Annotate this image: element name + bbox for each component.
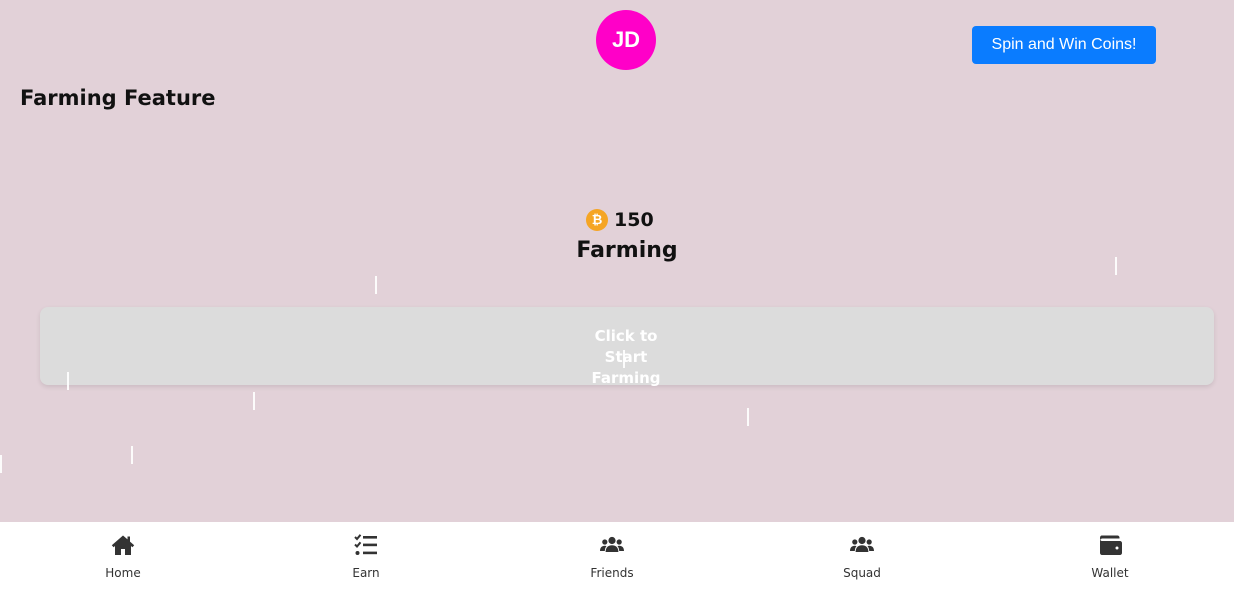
balance-value: 150 bbox=[614, 209, 654, 231]
rain-streak bbox=[747, 408, 749, 426]
rain-streak bbox=[131, 446, 133, 464]
rain-streak bbox=[0, 455, 2, 473]
nav-item-squad[interactable]: Squad bbox=[812, 522, 912, 589]
nav-item-friends[interactable]: Friends bbox=[562, 522, 662, 589]
rain-streak bbox=[623, 350, 625, 368]
home-icon bbox=[111, 535, 135, 555]
nav-item-home[interactable]: Home bbox=[73, 522, 173, 589]
bottom-navigation: Home Earn Friends Squad Wallet bbox=[0, 522, 1234, 589]
start-farming-button[interactable]: Click to Start Farming bbox=[40, 307, 1214, 387]
avatar-initials: JD bbox=[611, 27, 641, 52]
start-farming-label-line2: Farming bbox=[591, 369, 661, 387]
users-icon bbox=[600, 536, 624, 552]
coin-balance: ₿ 150 bbox=[586, 208, 654, 232]
nav-item-earn[interactable]: Earn bbox=[316, 522, 416, 589]
avatar[interactable]: JD bbox=[596, 10, 656, 70]
rain-streak bbox=[67, 372, 69, 390]
nav-label-squad: Squad bbox=[843, 566, 881, 580]
nav-label-earn: Earn bbox=[352, 566, 380, 580]
start-farming-label: Click to Start Farming bbox=[576, 326, 676, 389]
users-icon bbox=[850, 536, 874, 552]
start-farming-label-line1: Click to Start bbox=[594, 327, 658, 366]
nav-label-wallet: Wallet bbox=[1091, 566, 1129, 580]
page-title: Farming Feature bbox=[20, 86, 216, 110]
nav-item-wallet[interactable]: Wallet bbox=[1060, 522, 1160, 589]
nav-label-home: Home bbox=[105, 566, 141, 580]
rain-streak bbox=[1115, 257, 1117, 275]
farming-heading: Farming bbox=[576, 238, 678, 263]
spin-and-win-button[interactable]: Spin and Win Coins! bbox=[972, 26, 1156, 64]
spin-button-label: Spin and Win Coins! bbox=[991, 36, 1137, 53]
wallet-icon bbox=[1100, 535, 1122, 555]
nav-label-friends: Friends bbox=[590, 566, 634, 580]
task-list-icon bbox=[354, 534, 377, 555]
rain-streak bbox=[253, 392, 255, 410]
rain-streak bbox=[375, 276, 377, 294]
bitcoin-coin-icon: ₿ bbox=[586, 209, 608, 231]
